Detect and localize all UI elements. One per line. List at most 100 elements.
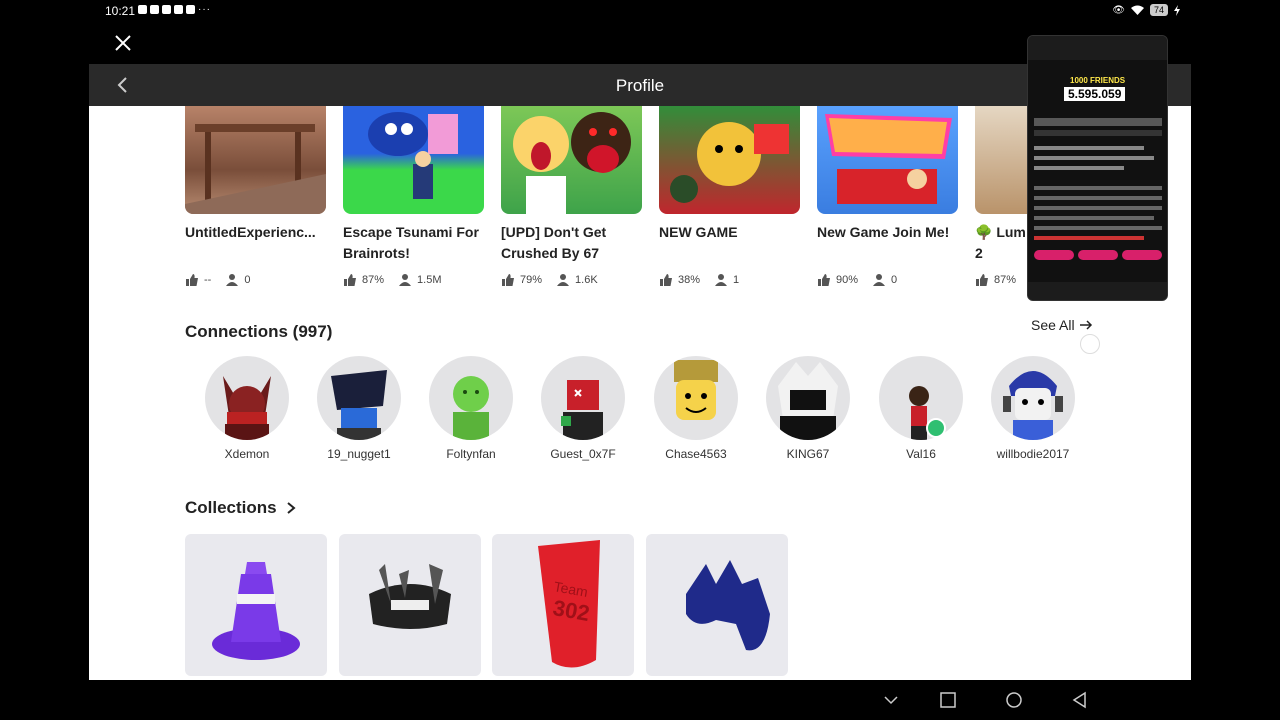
game-rating: -- bbox=[204, 274, 212, 286]
recents-icon[interactable] bbox=[939, 691, 957, 709]
game-thumbnail[interactable] bbox=[817, 106, 958, 214]
online-status-icon bbox=[926, 418, 946, 438]
chevron-right-icon bbox=[286, 502, 296, 514]
game-rating: 79% bbox=[520, 274, 543, 286]
see-all-link[interactable]: See All bbox=[1031, 317, 1093, 333]
game-rating: 87% bbox=[994, 274, 1017, 286]
avatar bbox=[879, 356, 963, 440]
connection-name: willbodie2017 bbox=[996, 447, 1070, 461]
system-indicators: 👁 74 bbox=[1112, 4, 1180, 16]
connection-item[interactable]: Xdemon bbox=[191, 356, 303, 461]
connection-item[interactable]: Foltynfan bbox=[415, 356, 527, 461]
connection-item[interactable]: 19_nugget1 bbox=[303, 356, 415, 461]
youtube-icon bbox=[186, 5, 195, 14]
connection-name: Chase4563 bbox=[665, 447, 727, 461]
collection-item[interactable]: Team 302 bbox=[492, 534, 634, 676]
see-all-label: See All bbox=[1031, 317, 1075, 333]
thumbs-up-icon bbox=[818, 274, 830, 286]
connection-item[interactable]: willbodie2017 bbox=[977, 356, 1089, 461]
wifi-icon bbox=[1130, 5, 1144, 15]
profile-content: UntitledExperienc... -- 0 Escape Tsunami… bbox=[89, 106, 1191, 680]
game-title: UntitledExperienc... bbox=[185, 224, 316, 240]
game-players: 1.6K bbox=[575, 274, 598, 286]
notification-icons: ··· bbox=[138, 4, 211, 15]
game-stats: 90% 0 bbox=[817, 273, 958, 287]
game-title: 🌳 Lum 2 bbox=[975, 224, 1026, 261]
connection-item[interactable]: Guest_0x7F bbox=[527, 356, 639, 461]
thumbs-up-icon bbox=[976, 274, 988, 286]
status-time: 10:21 bbox=[105, 4, 136, 18]
connection-name: 19_nugget1 bbox=[327, 447, 391, 461]
collection-item[interactable] bbox=[646, 534, 788, 676]
avatar bbox=[541, 356, 625, 440]
player-count-icon bbox=[557, 274, 570, 286]
battery-level: 74 bbox=[1149, 4, 1168, 16]
game-stats: -- 0 bbox=[185, 273, 326, 287]
game-card[interactable]: 🌳 Lum 2 87% bbox=[975, 106, 1035, 287]
game-players: 1 bbox=[733, 274, 740, 286]
game-thumbnail[interactable] bbox=[343, 106, 484, 214]
collections-title: Collections bbox=[185, 498, 277, 517]
charging-icon bbox=[1174, 4, 1180, 16]
connections-title: Connections (997) bbox=[185, 322, 333, 341]
profile-header: Profile bbox=[89, 64, 1191, 106]
player-count-icon bbox=[715, 274, 728, 286]
game-card[interactable]: [UPD] Don't Get Crushed By 67 79% 1.6K bbox=[501, 106, 642, 287]
thumbs-up-icon bbox=[186, 274, 198, 286]
connection-item[interactable]: Val16 bbox=[865, 356, 977, 461]
thumbs-up-icon bbox=[344, 274, 356, 286]
close-icon[interactable] bbox=[112, 32, 134, 54]
avatar bbox=[654, 356, 738, 440]
more-notifications: ··· bbox=[198, 4, 211, 15]
collection-item[interactable] bbox=[339, 534, 481, 676]
red-cape-item: Team302 bbox=[538, 540, 600, 668]
game-stats: 79% 1.6K bbox=[501, 273, 642, 287]
connection-name: KING67 bbox=[786, 447, 830, 461]
video-icon bbox=[138, 5, 147, 14]
chevron-down-icon[interactable] bbox=[882, 691, 900, 709]
collection-item[interactable] bbox=[185, 534, 327, 676]
connection-item[interactable]: Chase4563 bbox=[640, 356, 752, 461]
game-stats: 38% 1 bbox=[659, 273, 800, 287]
game-players: 0 bbox=[891, 274, 898, 286]
game-card[interactable]: New Game Join Me! 90% 0 bbox=[817, 106, 958, 287]
shield-icon bbox=[150, 5, 159, 14]
avatar bbox=[317, 356, 401, 440]
connection-item[interactable]: KING67 bbox=[752, 356, 864, 461]
avatar bbox=[429, 356, 513, 440]
stream-overlay[interactable]: 1000 FRIENDS 5.595.059 bbox=[1027, 35, 1168, 301]
connection-name: Guest_0x7F bbox=[550, 447, 616, 461]
game-card[interactable]: NEW GAME 38% 1 bbox=[659, 106, 800, 287]
game-stats: 87% 1.5M bbox=[343, 273, 484, 287]
game-players: 1.5M bbox=[417, 274, 442, 286]
home-icon[interactable] bbox=[1005, 691, 1023, 709]
game-title: New Game Join Me! bbox=[817, 224, 950, 240]
game-card[interactable]: UntitledExperienc... -- 0 bbox=[185, 106, 326, 287]
status-bar: 10:21 ··· 👁 74 bbox=[0, 0, 1280, 22]
loading-indicator bbox=[1080, 334, 1100, 354]
collections-header[interactable]: Collections bbox=[185, 498, 297, 518]
game-card[interactable]: Escape Tsunami For Brainrots! 87% 1.5M bbox=[343, 106, 484, 287]
eye-icon: 👁 bbox=[1112, 4, 1125, 16]
player-count-icon bbox=[226, 274, 239, 286]
game-rating: 87% bbox=[362, 274, 385, 286]
player-count-icon bbox=[873, 274, 886, 286]
thumbs-up-icon bbox=[660, 274, 672, 286]
player-count-icon bbox=[399, 274, 412, 286]
overlay-counter: 5.595.059 bbox=[1064, 87, 1126, 101]
page-title: Profile bbox=[615, 76, 665, 95]
game-thumbnail[interactable] bbox=[185, 106, 326, 214]
game-rating: 38% bbox=[678, 274, 701, 286]
arrow-right-icon bbox=[1079, 320, 1092, 330]
youtube-icon bbox=[162, 5, 171, 14]
overlay-friends-label: 1000 FRIENDS bbox=[1070, 76, 1126, 85]
game-thumbnail[interactable] bbox=[975, 106, 1035, 214]
avatar bbox=[205, 356, 289, 440]
avatar bbox=[766, 356, 850, 440]
back-icon[interactable] bbox=[1071, 691, 1089, 709]
game-rating: 90% bbox=[836, 274, 859, 286]
game-stats: 87% bbox=[975, 273, 1035, 287]
game-title: [UPD] Don't Get Crushed By 67 bbox=[501, 224, 607, 261]
game-thumbnail[interactable] bbox=[501, 106, 642, 214]
game-thumbnail[interactable] bbox=[659, 106, 800, 214]
